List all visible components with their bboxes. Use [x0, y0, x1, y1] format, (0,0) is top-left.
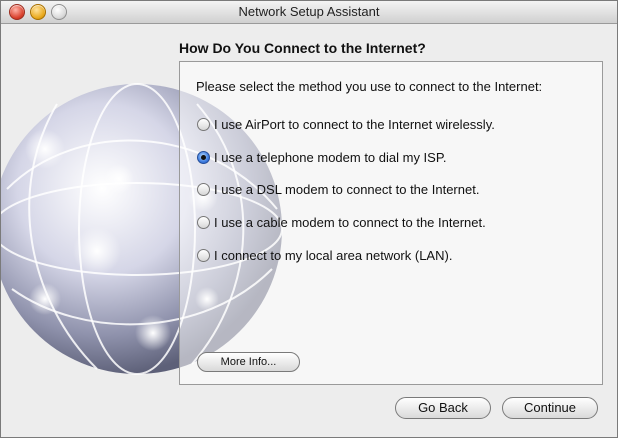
- window-title: Network Setup Assistant: [238, 4, 380, 19]
- airport-option-label: I use AirPort to connect to the Internet…: [214, 116, 495, 132]
- lan-radio[interactable]: [197, 248, 210, 262]
- airport-radio[interactable]: [197, 117, 210, 131]
- title-bar[interactable]: Network Setup Assistant: [1, 1, 617, 24]
- airport-option[interactable]: I use AirPort to connect to the Internet…: [197, 115, 495, 133]
- go-back-button[interactable]: Go Back: [395, 397, 491, 419]
- telephone-modem-option-label: I use a telephone modem to dial my ISP.: [214, 149, 447, 165]
- continue-button[interactable]: Continue: [502, 397, 598, 419]
- dsl-modem-radio[interactable]: [197, 182, 210, 196]
- cable-modem-option-label: I use a cable modem to connect to the In…: [214, 214, 486, 230]
- cable-modem-option[interactable]: I use a cable modem to connect to the In…: [197, 213, 486, 231]
- more-info-button[interactable]: More Info...: [197, 352, 300, 372]
- network-setup-window: Network Setup Assistant How Do You Conne…: [0, 0, 618, 438]
- dsl-modem-option-label: I use a DSL modem to connect to the Inte…: [214, 181, 480, 197]
- page-title: How Do You Connect to the Internet?: [179, 40, 426, 56]
- lan-option[interactable]: I connect to my local area network (LAN)…: [197, 246, 452, 264]
- telephone-modem-radio[interactable]: [197, 150, 210, 164]
- dsl-modem-option[interactable]: I use a DSL modem to connect to the Inte…: [197, 180, 479, 198]
- telephone-modem-option[interactable]: I use a telephone modem to dial my ISP.: [197, 148, 446, 166]
- selection-prompt: Please select the method you use to conn…: [196, 79, 543, 94]
- lan-option-label: I connect to my local area network (LAN)…: [214, 247, 453, 263]
- cable-modem-radio[interactable]: [197, 215, 210, 229]
- connection-method-panel: Please select the method you use to conn…: [179, 61, 603, 385]
